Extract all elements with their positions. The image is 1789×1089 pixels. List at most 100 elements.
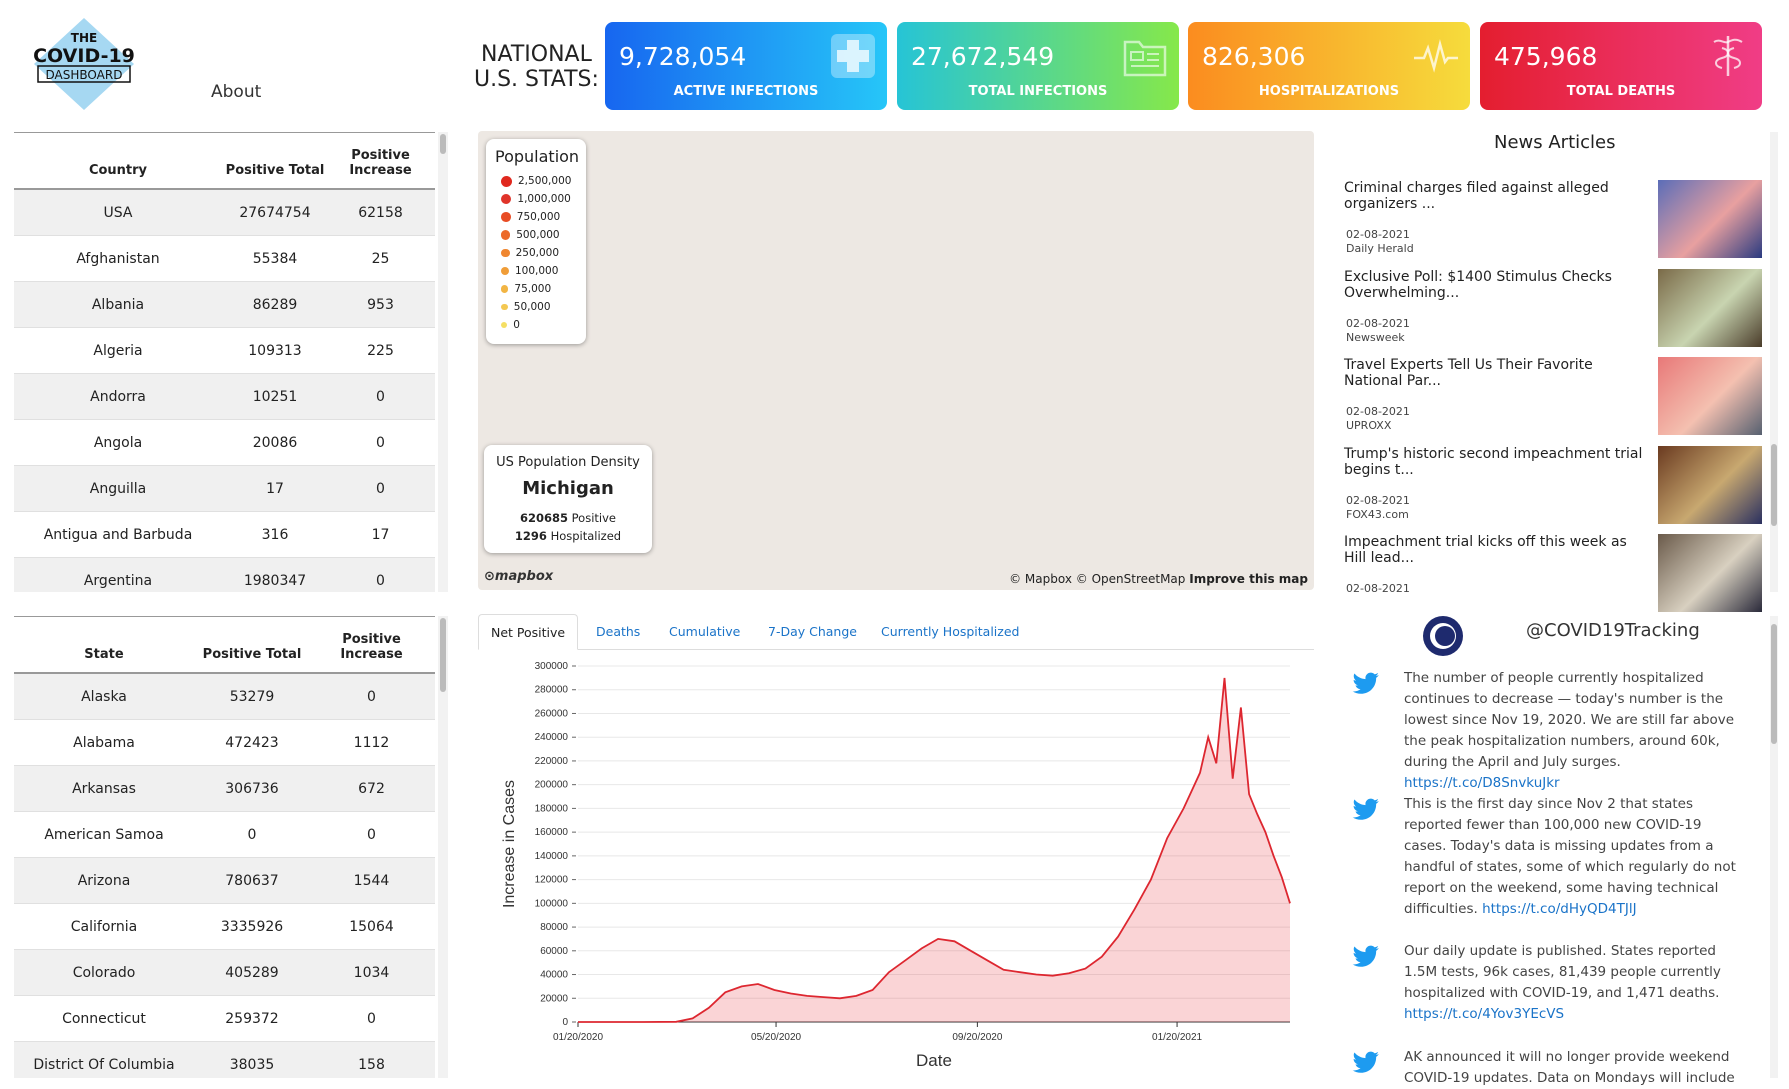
tab-cumulative[interactable]: Cumulative [669, 614, 740, 650]
table-row[interactable]: Antigua and Barbuda 316 17 [14, 512, 435, 558]
table-row[interactable]: Alaska 53279 0 [14, 674, 435, 720]
table-row[interactable]: Arkansas 306736 672 [14, 766, 435, 812]
cell-positive-total: 86289 [252, 296, 298, 313]
cell-name: Alaska [81, 688, 127, 705]
cell-positive-total: 780637 [225, 872, 279, 889]
y-tick-label: 220000 [535, 756, 569, 767]
table-row[interactable]: Colorado 405289 1034 [14, 950, 435, 996]
tab-net-positive[interactable]: Net Positive [478, 614, 579, 650]
twitter-handle[interactable]: @COVID19Tracking [1526, 620, 1700, 641]
cell-positive-increase: 0 [376, 388, 385, 405]
table-row[interactable]: USA 27674754 62158 [14, 190, 435, 236]
stat-value: 826,306 [1202, 42, 1306, 71]
legend-dot [501, 285, 509, 293]
stat-label: TOTAL INFECTIONS [968, 84, 1108, 99]
news-article[interactable]: Travel Experts Tell Us Their Favorite Na… [1344, 357, 1762, 445]
covid-tracking-avatar[interactable] [1422, 615, 1464, 657]
y-tick-label: 0 [562, 1017, 568, 1028]
y-tick-label: 80000 [540, 922, 568, 933]
tweet: Our daily update is published. States re… [1404, 941, 1744, 1025]
tweet: This is the first day since Nov 2 that s… [1404, 794, 1744, 920]
cell-name: Connecticut [62, 1010, 146, 1027]
tweet-text: Our daily update is published. States re… [1404, 943, 1721, 1001]
news-title: News Articles [1494, 132, 1616, 153]
news-article[interactable]: Criminal charges filed against alleged o… [1344, 180, 1762, 268]
legend-dot [501, 212, 511, 222]
article-thumbnail[interactable] [1658, 268, 1762, 347]
table-row[interactable]: Arizona 780637 1544 [14, 858, 435, 904]
app-logo[interactable]: THE COVID-19 DASHBOARD [30, 16, 138, 112]
tweet-link[interactable]: https://t.co/4Yov3YEcVS [1404, 1006, 1564, 1022]
table-row[interactable]: California 3335926 15064 [14, 904, 435, 950]
legend-dot [501, 175, 512, 187]
cell-positive-total: 0 [247, 826, 257, 843]
about-link[interactable]: About [211, 82, 261, 102]
tweet-link[interactable]: https://t.co/D8SnvkuJkr [1404, 775, 1560, 791]
country-table-scrollbar[interactable] [438, 132, 448, 592]
news-article[interactable]: Impeachment trial kicks off this week as… [1344, 534, 1762, 622]
table-row[interactable]: Argentina 1980347 0 [14, 558, 435, 592]
map-attribution[interactable]: © Mapbox © OpenStreetMap Improve this ma… [1009, 572, 1308, 586]
table-row[interactable]: American Samoa 0 0 [14, 812, 435, 858]
cell-name: Antigua and Barbuda [43, 526, 193, 543]
cell-positive-total: 259372 [225, 1010, 279, 1027]
article-title[interactable]: Criminal charges filed against alleged o… [1344, 180, 1644, 212]
cell-positive-increase: 1112 [353, 734, 390, 751]
x-tick-label: 01/20/2020 [553, 1032, 603, 1043]
y-tick-label: 160000 [535, 827, 569, 838]
article-thumbnail[interactable] [1658, 445, 1762, 524]
article-meta: 02-08-2021 Daily Herald [1346, 228, 1414, 255]
cell-positive-total: 53279 [229, 688, 275, 705]
y-axis-label: Increase in Cases [501, 780, 518, 908]
total-infections-card: 27,672,549 TOTAL INFECTIONS [897, 22, 1179, 110]
tab-7-day-change[interactable]: 7-Day Change [768, 614, 857, 650]
state-table-scrollbar[interactable] [438, 616, 448, 1078]
legend-dot [501, 248, 510, 258]
stat-value: 475,968 [1494, 42, 1598, 71]
legend-item: 750,000 [495, 208, 577, 226]
legend-label: 500,000 [516, 229, 560, 241]
table-row[interactable]: Anguilla 17 0 [14, 466, 435, 512]
article-title[interactable]: Exclusive Poll: $1400 Stimulus Checks Ov… [1344, 269, 1644, 301]
article-thumbnail[interactable] [1658, 180, 1762, 258]
tab-deaths[interactable]: Deaths [596, 614, 640, 650]
cell-positive-total: 472423 [225, 734, 279, 751]
table-row[interactable]: Andorra 10251 0 [14, 374, 435, 420]
article-thumbnail[interactable] [1658, 357, 1762, 435]
article-thumbnail[interactable] [1658, 534, 1762, 612]
chart-tabs: Net Positive Deaths Cumulative 7-Day Cha… [478, 614, 1314, 650]
mapbox-logo[interactable]: ⊙mapbox [484, 569, 553, 584]
table-row[interactable]: Afghanistan 55384 25 [14, 236, 435, 282]
tweet-link[interactable]: https://t.co/dHyQD4TJlJ [1482, 901, 1637, 917]
article-title[interactable]: Impeachment trial kicks off this week as… [1344, 534, 1644, 566]
tweet: The number of people currently hospitali… [1404, 668, 1744, 794]
cell-positive-total: 316 [261, 526, 289, 543]
news-article[interactable]: Exclusive Poll: $1400 Stimulus Checks Ov… [1344, 268, 1762, 357]
article-title[interactable]: Travel Experts Tell Us Their Favorite Na… [1344, 357, 1644, 389]
legend-dot [501, 303, 508, 311]
cell-positive-increase: 0 [367, 688, 376, 705]
article-title[interactable]: Trump's historic second impeachment tria… [1344, 446, 1644, 478]
density-popup: US Population Density Michigan 620685 Po… [484, 445, 652, 553]
table-row[interactable]: Alabama 472423 1112 [14, 720, 435, 766]
legend-label: 250,000 [515, 247, 560, 259]
net-positive-chart: 0 20000 40000 60000 80000 100000 120000 140000 1… [501, 661, 1291, 1070]
cell-positive-increase: 225 [367, 342, 394, 359]
legend-item: 50,000 [495, 298, 577, 316]
table-row[interactable]: Angola 20086 0 [14, 420, 435, 466]
y-tick-label: 240000 [535, 732, 569, 743]
twitter-scrollbar[interactable] [1770, 616, 1778, 1078]
stat-label: TOTAL DEATHS [1566, 84, 1676, 99]
table-row[interactable]: Albania 86289 953 [14, 282, 435, 328]
table-row[interactable]: Connecticut 259372 0 [14, 996, 435, 1042]
heartbeat-icon [1414, 39, 1458, 73]
news-article[interactable]: Trump's historic second impeachment tria… [1344, 445, 1762, 534]
tab-currently-hospitalized[interactable]: Currently Hospitalized [881, 614, 1019, 650]
table-row[interactable]: Algeria 109313 225 [14, 328, 435, 374]
stat-label: ACTIVE INFECTIONS [673, 84, 819, 99]
cell-positive-increase: 0 [376, 480, 385, 497]
table-row[interactable]: District Of Columbia 38035 158 [14, 1042, 435, 1078]
us-map[interactable]: Population 2,500,000 1,000,000 750,000 500,… [478, 131, 1314, 590]
total-deaths-card: 475,968 TOTAL DEATHS [1480, 22, 1762, 110]
news-scrollbar[interactable] [1770, 132, 1778, 592]
